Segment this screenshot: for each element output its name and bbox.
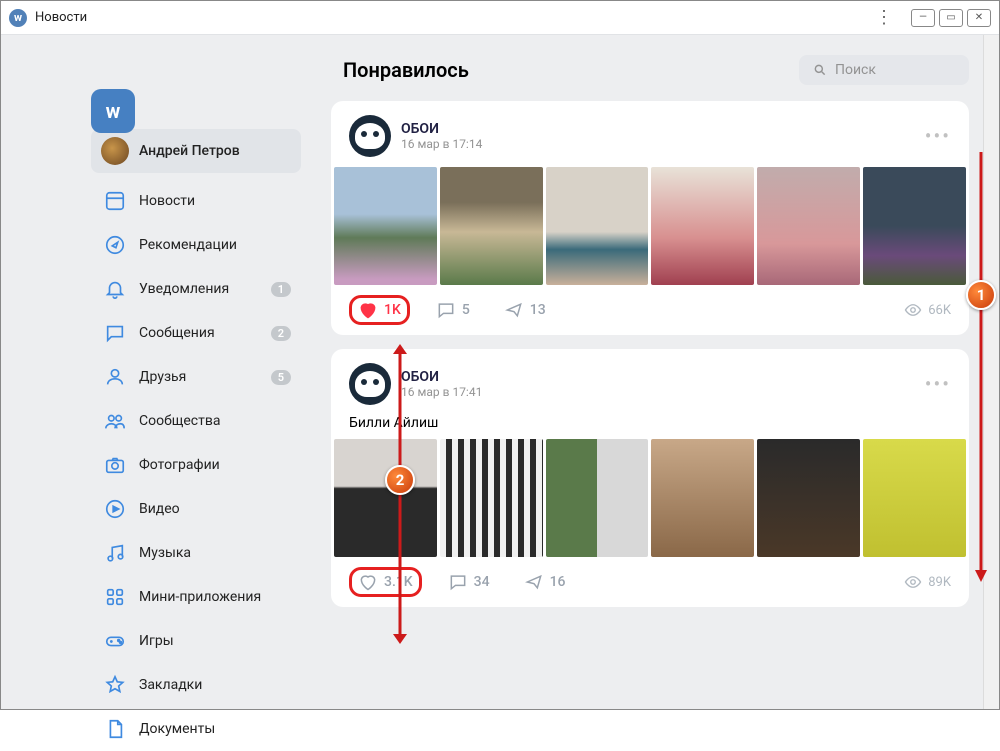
main-content: Понравилось Поиск ОБОИ 16 мар в 17:14 ••… (321, 35, 999, 709)
sidebar-item-recommendations[interactable]: Рекомендации (91, 223, 301, 267)
badge-notifications: 1 (271, 282, 291, 297)
sidebar-item-bookmarks[interactable]: Закладки (91, 663, 301, 707)
close-button[interactable]: ✕ (967, 9, 991, 27)
callout-badge-2: 2 (385, 465, 415, 495)
friends-icon (101, 363, 129, 391)
photo-thumbnail[interactable] (757, 167, 860, 285)
compass-icon (101, 231, 129, 259)
scrollbar-down-icon[interactable]: ▼ (986, 695, 997, 709)
post-author[interactable]: ОБОИ (401, 369, 925, 385)
photo-thumbnail[interactable] (757, 439, 860, 557)
post-footer: 3.1K 34 16 89K (331, 557, 969, 607)
communities-icon (101, 407, 129, 435)
post-header: ОБОИ 16 мар в 17:41 ••• (331, 349, 969, 415)
sidebar-item-messages[interactable]: Сообщения 2 (91, 311, 301, 355)
scrollbar-thumb[interactable] (986, 185, 997, 255)
music-icon (101, 539, 129, 567)
share-icon (524, 572, 544, 592)
photo-thumbnail[interactable] (440, 167, 543, 285)
grid-icon (101, 583, 129, 611)
eye-icon (904, 301, 922, 319)
post-text: Билли Айлиш (331, 415, 969, 439)
sidebar-item-music[interactable]: Музыка (91, 531, 301, 575)
post-more-icon[interactable]: ••• (925, 372, 951, 396)
post-more-icon[interactable]: ••• (925, 124, 951, 148)
sidebar: Андрей Петров Новости Рекомендации Уведо… (1, 35, 321, 709)
post-header: ОБОИ 16 мар в 17:14 ••• (331, 101, 969, 167)
like-button[interactable]: 3.1K (349, 567, 422, 597)
post-card: ОБОИ 16 мар в 17:41 ••• Билли Айлиш (331, 349, 969, 607)
gamepad-icon (101, 627, 129, 655)
sidebar-item-miniapps[interactable]: Мини-приложения (91, 575, 301, 619)
news-icon (101, 187, 129, 215)
photo-thumbnail[interactable] (440, 439, 543, 557)
sidebar-user-row[interactable]: Андрей Петров (91, 129, 301, 173)
heart-icon (358, 572, 378, 592)
post-card: ОБОИ 16 мар в 17:14 ••• 1K (331, 101, 969, 335)
share-icon (504, 300, 524, 320)
sidebar-item-documents[interactable]: Документы (91, 707, 301, 751)
photo-thumbnail[interactable] (863, 167, 966, 285)
photo-thumbnail[interactable] (546, 439, 649, 557)
post-footer: 1K 5 13 66K (331, 285, 969, 335)
badge-friends: 5 (271, 370, 291, 385)
camera-icon (101, 451, 129, 479)
comment-button[interactable]: 34 (440, 568, 498, 596)
sidebar-item-video[interactable]: Видео (91, 487, 301, 531)
scrollbar-up-icon[interactable]: ▲ (986, 35, 997, 49)
sidebar-item-games[interactable]: Игры (91, 619, 301, 663)
like-button[interactable]: 1K (349, 295, 410, 325)
minimize-button[interactable]: — (911, 9, 935, 27)
photo-thumbnail[interactable] (546, 167, 649, 285)
community-avatar[interactable] (349, 115, 391, 157)
post-author[interactable]: ОБОИ (401, 121, 925, 137)
eye-icon (904, 573, 922, 591)
badge-messages: 2 (271, 326, 291, 341)
document-icon (101, 715, 129, 743)
share-button[interactable]: 16 (516, 568, 574, 596)
heart-icon (358, 300, 378, 320)
main-header: Понравилось Поиск (331, 55, 969, 85)
sidebar-item-friends[interactable]: Друзья 5 (91, 355, 301, 399)
message-icon (101, 319, 129, 347)
photo-thumbnail[interactable] (334, 167, 437, 285)
titlebar-menu-icon[interactable]: ⋮ (875, 7, 895, 28)
page-title: Понравилось (343, 58, 799, 82)
sidebar-item-photos[interactable]: Фотографии (91, 443, 301, 487)
bell-icon (101, 275, 129, 303)
vk-logo-icon[interactable]: w (91, 89, 135, 133)
post-date: 16 мар в 17:41 (401, 385, 925, 399)
comment-button[interactable]: 5 (428, 296, 478, 324)
avatar (101, 137, 129, 165)
photo-thumbnail[interactable] (651, 439, 754, 557)
window-title: Новости (35, 10, 87, 25)
callout-badge-1: 1 (966, 280, 996, 310)
app-body: w Андрей Петров Новости Рекомендации Ув (1, 35, 999, 709)
views-count: 89K (904, 573, 951, 591)
post-gallery (331, 439, 969, 557)
community-avatar[interactable] (349, 363, 391, 405)
sidebar-item-notifications[interactable]: Уведомления 1 (91, 267, 301, 311)
user-name: Андрей Петров (139, 143, 240, 159)
app-window: w Новости ⋮ — ▭ ✕ w Андрей Петров Новост… (0, 0, 1000, 710)
maximize-button[interactable]: ▭ (939, 9, 963, 27)
post-gallery (331, 167, 969, 285)
photo-thumbnail[interactable] (334, 439, 437, 557)
search-icon (813, 63, 827, 77)
search-input[interactable]: Поиск (799, 55, 969, 85)
photo-thumbnail[interactable] (863, 439, 966, 557)
vk-small-icon: w (9, 9, 27, 27)
star-icon (101, 671, 129, 699)
views-count: 66K (904, 301, 951, 319)
titlebar: w Новости ⋮ — ▭ ✕ (1, 1, 999, 35)
comment-icon (436, 300, 456, 320)
share-button[interactable]: 13 (496, 296, 554, 324)
sidebar-item-news[interactable]: Новости (91, 179, 301, 223)
photo-thumbnail[interactable] (651, 167, 754, 285)
video-icon (101, 495, 129, 523)
sidebar-item-communities[interactable]: Сообщества (91, 399, 301, 443)
comment-icon (448, 572, 468, 592)
annotation-arrow-vertical (975, 152, 987, 582)
post-date: 16 мар в 17:14 (401, 137, 925, 151)
